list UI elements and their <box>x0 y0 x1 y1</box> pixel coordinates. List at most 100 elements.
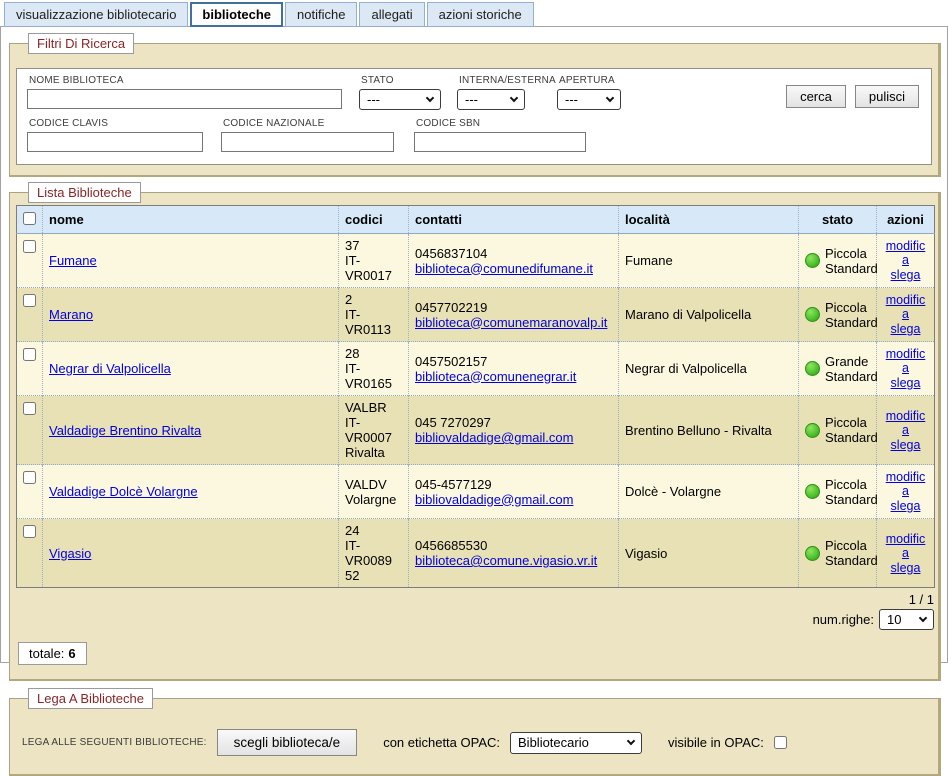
library-code-line: IT-VR0007 <box>345 415 402 445</box>
status-text: Grande Standard <box>825 354 878 384</box>
library-name-link[interactable]: Vigasio <box>49 546 91 561</box>
library-location: Vigasio <box>619 519 799 588</box>
internal-external-select[interactable]: --- <box>457 89 525 110</box>
library-name-link[interactable]: Valdadige Brentino Rivalta <box>49 423 201 438</box>
library-name-input[interactable] <box>27 89 342 109</box>
choose-library-button[interactable]: scegli biblioteca/e <box>217 729 358 756</box>
table-header-row: nome codici contatti località stato azio… <box>17 206 935 234</box>
library-email-link[interactable]: biblioteca@comunenegrar.it <box>415 369 576 384</box>
tab-biblioteche[interactable]: biblioteche <box>190 2 283 27</box>
library-code-line: IT-VR0113 <box>345 307 402 337</box>
opac-label: con etichetta OPAC: <box>383 735 500 750</box>
unlink-link[interactable]: slega <box>883 438 928 452</box>
header-azioni: azioni <box>877 206 935 234</box>
unlink-link[interactable]: slega <box>883 561 928 575</box>
library-codes: 2IT-VR0113 <box>339 288 409 342</box>
tab-visualizzazione-bibliotecario[interactable]: visualizzazione bibliotecario <box>4 2 188 27</box>
search-filters-legend: Filtri Di Ricerca <box>28 33 134 54</box>
library-name-link[interactable]: Valdadige Dolcè Volargne <box>49 484 198 499</box>
status-text: Piccola Standard <box>825 538 878 568</box>
row-checkbox[interactable] <box>23 471 36 484</box>
library-email-link[interactable]: bibliovaldadige@gmail.com <box>415 430 573 445</box>
row-checkbox[interactable] <box>23 348 36 361</box>
modify-link[interactable]: modifica <box>883 409 928 437</box>
clear-button[interactable]: pulisci <box>855 85 919 108</box>
library-code-line: IT-VR0017 <box>345 253 402 283</box>
library-name-link[interactable]: Fumane <box>49 253 97 268</box>
status-dot-icon <box>805 484 820 499</box>
header-stato: stato <box>799 206 877 234</box>
library-code-line: 28 <box>345 346 402 361</box>
modify-link[interactable]: modifica <box>883 470 928 498</box>
status-dot-icon <box>805 253 820 268</box>
unlink-link[interactable]: slega <box>883 268 928 282</box>
library-email-link[interactable]: biblioteca@comunemaranovalp.it <box>415 315 607 330</box>
unlink-link[interactable]: slega <box>883 322 928 336</box>
tab-bar: visualizzazione bibliotecariobiblioteche… <box>0 0 948 26</box>
header-codici: codici <box>339 206 409 234</box>
modify-link[interactable]: modifica <box>883 532 928 560</box>
unlink-link[interactable]: slega <box>883 376 928 390</box>
search-filters-section: Filtri Di Ricerca NOME BIBLIOTECA STATO … <box>9 43 941 177</box>
status-dot-icon <box>805 307 820 322</box>
library-email-link[interactable]: biblioteca@comunedifumane.it <box>415 261 593 276</box>
library-email-link[interactable]: bibliovaldadige@gmail.com <box>415 492 573 507</box>
library-location: Marano di Valpolicella <box>619 288 799 342</box>
link-libraries-section: Lega A Biblioteche LEGA ALLE SEGUENTI BI… <box>9 698 941 776</box>
library-phone: 0456685530 <box>415 538 612 553</box>
library-location: Dolcè - Volargne <box>619 465 799 519</box>
rows-per-page-select[interactable]: 10 <box>879 609 934 630</box>
modify-link[interactable]: modifica <box>883 293 928 321</box>
status-text: Piccola Standard <box>825 246 878 276</box>
header-contatti: contatti <box>409 206 619 234</box>
chevron-down-icon <box>627 737 635 745</box>
library-phone: 0457502157 <box>415 354 612 369</box>
library-phone: 045-4577129 <box>415 477 612 492</box>
library-code-line: VALDV <box>345 477 402 492</box>
status-text: Piccola Standard <box>825 477 878 507</box>
tab-notifiche[interactable]: notifiche <box>285 2 357 27</box>
chevron-down-icon <box>510 94 518 102</box>
library-code-line: 24 <box>345 523 402 538</box>
table-row: Negrar di Valpolicella 28IT-VR0165 04575… <box>17 342 935 396</box>
opening-select[interactable]: --- <box>557 89 621 110</box>
library-phone: 045 7270297 <box>415 415 612 430</box>
clavis-code-input[interactable] <box>27 132 203 152</box>
unlink-link[interactable]: slega <box>883 499 928 513</box>
tab-azioni-storiche[interactable]: azioni storiche <box>427 2 534 27</box>
row-checkbox[interactable] <box>23 402 36 415</box>
table-row: Valdadige Brentino Rivalta VALBRIT-VR000… <box>17 396 935 465</box>
library-codes: 28IT-VR0165 <box>339 342 409 396</box>
opac-label-select[interactable]: Bibliotecario <box>510 732 642 754</box>
search-button[interactable]: cerca <box>786 85 846 108</box>
library-code-line: Volargne <box>345 492 402 507</box>
select-all-checkbox[interactable] <box>23 212 36 225</box>
row-checkbox[interactable] <box>23 525 36 538</box>
library-email-link[interactable]: biblioteca@comune.vigasio.vr.it <box>415 553 597 568</box>
sbn-code-input[interactable] <box>414 132 586 152</box>
opening-select-value: --- <box>565 92 578 107</box>
library-code-line: VALBR <box>345 400 402 415</box>
visible-in-opac-checkbox[interactable] <box>774 736 787 749</box>
opac-label-select-value: Bibliotecario <box>518 735 589 750</box>
state-select[interactable]: --- <box>359 89 441 110</box>
library-codes: VALBRIT-VR0007Rivalta <box>339 396 409 465</box>
modify-link[interactable]: modifica <box>883 347 928 375</box>
library-code-line: IT-VR0089 <box>345 538 402 568</box>
header-localita: località <box>619 206 799 234</box>
national-code-input[interactable] <box>221 132 394 152</box>
header-nome: nome <box>43 206 339 234</box>
library-name-link[interactable]: Negrar di Valpolicella <box>49 361 171 376</box>
pagination-indicator: 1 / 1 <box>16 588 934 607</box>
chevron-down-icon <box>919 614 927 622</box>
national-code-label: CODICE NAZIONALE <box>223 118 394 129</box>
row-checkbox[interactable] <box>23 294 36 307</box>
library-name-link[interactable]: Marano <box>49 307 93 322</box>
library-phone: 0457702219 <box>415 300 612 315</box>
modify-link[interactable]: modifica <box>883 239 928 267</box>
library-codes: 24IT-VR008952 <box>339 519 409 588</box>
content-panel: Filtri Di Ricerca NOME BIBLIOTECA STATO … <box>0 26 948 663</box>
state-label: STATO <box>361 75 441 86</box>
tab-allegati[interactable]: allegati <box>359 2 424 27</box>
row-checkbox[interactable] <box>23 240 36 253</box>
